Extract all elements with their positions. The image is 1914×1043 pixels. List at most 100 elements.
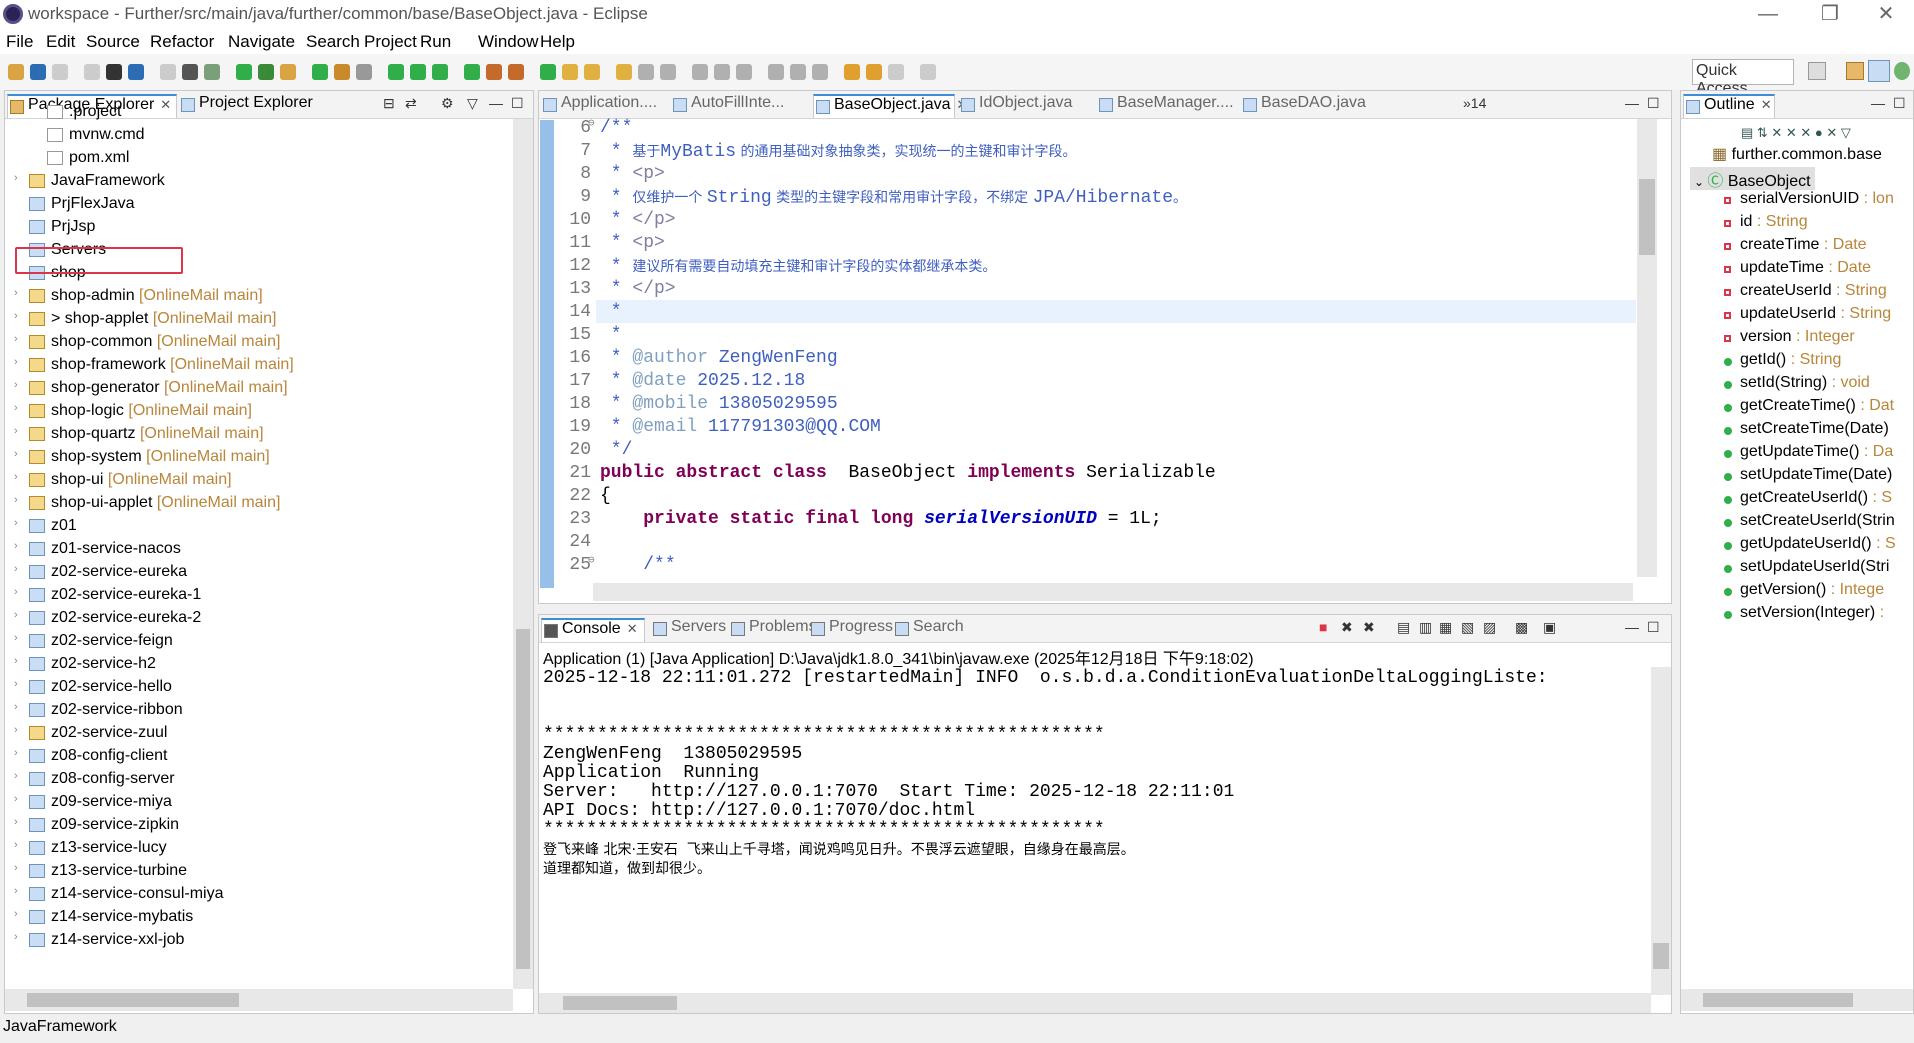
console-horizontal-scrollbar[interactable]	[539, 993, 1651, 1013]
toolbar-button-icon[interactable]	[540, 64, 556, 80]
menu-source[interactable]: Source	[86, 32, 140, 52]
tree-item[interactable]: › z09-service-miya	[5, 791, 505, 814]
tree-item[interactable]: › z02-service-h2	[5, 653, 505, 676]
fold-toggle-icon[interactable]: ⊖	[588, 553, 595, 567]
outline-member[interactable]: updateUserId : String	[1724, 305, 1891, 328]
tree-item[interactable]: › z13-service-lucy	[5, 837, 505, 860]
toolbar-button-icon[interactable]	[616, 64, 632, 80]
toolbar-button-icon[interactable]	[128, 64, 144, 80]
toolbar-button-icon[interactable]	[692, 64, 708, 80]
tree-item[interactable]: › z13-service-turbine	[5, 860, 505, 883]
close-tab-icon[interactable]: ✕	[627, 621, 638, 636]
toolbar-button-icon[interactable]	[768, 64, 784, 80]
outline-package[interactable]: ▦ further.common.base	[1712, 144, 1882, 167]
tab-editor-file[interactable]: IdObject.java	[959, 94, 1093, 118]
remove-launch-icon[interactable]: ✖	[1341, 619, 1353, 636]
maximize-view-icon[interactable]: ☐	[511, 95, 524, 112]
remove-all-launches-icon[interactable]: ✖	[1363, 619, 1375, 636]
debug-perspective-icon[interactable]	[1894, 62, 1910, 80]
tab-editor-file[interactable]: BaseDAO.java	[1241, 94, 1381, 118]
outline-member[interactable]: getUpdateTime() : Da	[1724, 443, 1893, 466]
tree-item[interactable]: › z02-service-eureka-1	[5, 584, 505, 607]
tree-item[interactable]: › z02-service-hello	[5, 676, 505, 699]
display-console-icon[interactable]: ▩	[1515, 619, 1528, 636]
toolbar-button-icon[interactable]	[312, 64, 328, 80]
tree-item[interactable]: › z08-config-server	[5, 768, 505, 791]
toolbar-button-icon[interactable]	[562, 64, 578, 80]
outline-member[interactable]: setVersion(Integer) :	[1724, 604, 1884, 627]
console-vertical-scrollbar[interactable]	[1651, 667, 1671, 995]
expand-arrow-icon[interactable]: ›	[14, 908, 18, 920]
maximize-outline-icon[interactable]: ☐	[1893, 95, 1906, 112]
toolbar-button-icon[interactable]	[30, 64, 46, 80]
toolbar-button-icon[interactable]	[84, 64, 100, 80]
close-window-button[interactable]: ✕	[1858, 0, 1914, 30]
toolbar-button-icon[interactable]	[508, 64, 524, 80]
menu-edit[interactable]: Edit	[46, 32, 75, 52]
tab-problems[interactable]: Problems	[729, 618, 817, 642]
toolbar-button-icon[interactable]	[736, 64, 752, 80]
menu-search[interactable]: Search	[306, 32, 360, 52]
quick-access-input[interactable]: Quick Access	[1692, 59, 1794, 97]
menu-run[interactable]: Run	[420, 32, 451, 52]
outline-member[interactable]: getId() : String	[1724, 351, 1841, 374]
outline-member[interactable]: setId(String) : void	[1724, 374, 1870, 397]
tree-item[interactable]: › z14-service-mybatis	[5, 906, 505, 929]
tree-item[interactable]: › z09-service-zipkin	[5, 814, 505, 837]
tree-item[interactable]: › z02-service-eureka-2	[5, 607, 505, 630]
editor-vertical-scrollbar[interactable]	[1637, 119, 1657, 577]
tab-outline[interactable]: Outline ✕	[1683, 94, 1775, 118]
tree-item[interactable]: › z08-config-client	[5, 745, 505, 768]
expand-arrow-icon[interactable]: ›	[14, 931, 18, 943]
terminate-icon[interactable]: ■	[1319, 619, 1327, 635]
toolbar-button-icon[interactable]	[844, 64, 860, 80]
toolbar-button-icon[interactable]	[920, 64, 936, 80]
toolbar-button-icon[interactable]	[8, 64, 24, 80]
toolbar-button-icon[interactable]	[638, 64, 654, 80]
outline-member[interactable]: version : Integer	[1724, 328, 1855, 351]
minimize-editor-icon[interactable]: —	[1625, 95, 1639, 111]
close-tab-icon[interactable]: ✕	[1761, 97, 1772, 112]
expand-arrow-icon[interactable]: ›	[14, 678, 18, 690]
outline-member[interactable]: id : String	[1724, 213, 1808, 236]
open-perspective-icon[interactable]	[1808, 62, 1826, 80]
maximize-editor-icon[interactable]: ☐	[1647, 95, 1660, 112]
scroll-thumb[interactable]	[27, 993, 239, 1007]
expand-arrow-icon[interactable]: ›	[14, 770, 18, 782]
toolbar-button-icon[interactable]	[236, 64, 252, 80]
outline-member[interactable]: setCreateUserId(Strin	[1724, 512, 1895, 535]
editor-horizontal-scrollbar[interactable]	[593, 583, 1633, 601]
toolbar-button-icon[interactable]	[660, 64, 676, 80]
toolbar-button-icon[interactable]	[204, 64, 220, 80]
toolbar-button-icon[interactable]	[334, 64, 350, 80]
toolbar-button-icon[interactable]	[888, 64, 904, 80]
menu-project[interactable]: Project	[364, 32, 417, 52]
tab-progress[interactable]: Progress	[809, 618, 893, 642]
outline-member[interactable]: getCreateUserId() : S	[1724, 489, 1892, 512]
tab-editor-file[interactable]: BaseObject.java✕	[813, 94, 967, 118]
toolbar-button-icon[interactable]	[280, 64, 296, 80]
scroll-thumb[interactable]	[1653, 943, 1669, 969]
minimize-console-icon[interactable]: —	[1625, 619, 1639, 635]
outline-member[interactable]: getCreateTime() : Dat	[1724, 397, 1894, 420]
expand-arrow-icon[interactable]: ›	[14, 747, 18, 759]
outline-member[interactable]: setUpdateTime(Date)	[1724, 466, 1892, 489]
show-console-icon[interactable]: ▧	[1461, 619, 1474, 636]
outline-member[interactable]: setUpdateUserId(Stri	[1724, 558, 1889, 581]
toolbar-button-icon[interactable]	[160, 64, 176, 80]
tab-editor-file[interactable]: AutoFillInte...	[671, 94, 809, 118]
expand-arrow-icon[interactable]: ›	[14, 862, 18, 874]
toolbar-button-icon[interactable]	[714, 64, 730, 80]
collapse-arrow-icon[interactable]: ⌄	[1694, 175, 1707, 189]
toolbar-button-icon[interactable]	[866, 64, 882, 80]
expand-arrow-icon[interactable]: ›	[14, 816, 18, 828]
menu-refactor[interactable]: Refactor	[150, 32, 214, 52]
toolbar-button-icon[interactable]	[464, 64, 480, 80]
scroll-thumb[interactable]	[1639, 179, 1655, 255]
explorer-horizontal-scrollbar[interactable]	[5, 989, 513, 1011]
outline-member[interactable]: createUserId : String	[1724, 282, 1887, 305]
tab-search[interactable]: Search	[893, 618, 973, 642]
maximize-button[interactable]: ❐	[1802, 0, 1858, 30]
expand-arrow-icon[interactable]: ›	[14, 839, 18, 851]
outline-class[interactable]: ⌄ Ⓒ BaseObject	[1690, 167, 1815, 190]
